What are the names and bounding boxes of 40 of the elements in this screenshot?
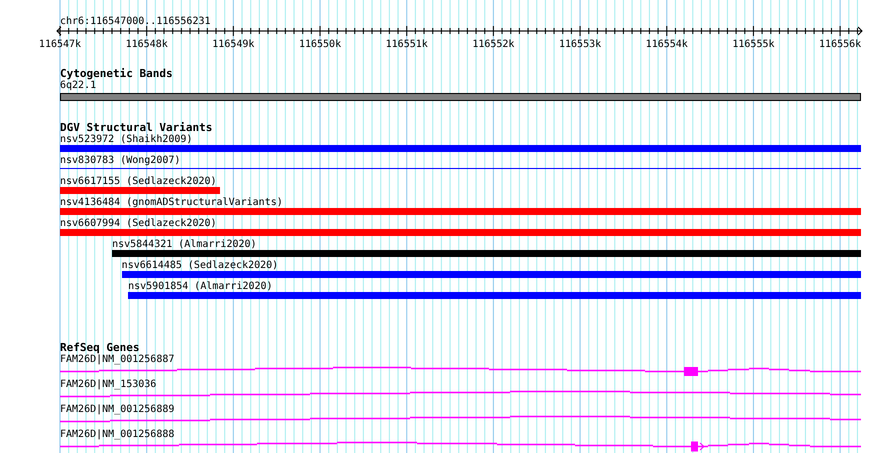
tick-label: 116549k (212, 39, 254, 48)
variant-bar[interactable] (128, 292, 861, 299)
variant-line[interactable] (60, 168, 861, 169)
gene-model-drawing[interactable] (60, 366, 861, 376)
variant-label: nsv523972 (Shaikh2009) (60, 134, 192, 145)
variant-bar[interactable] (60, 187, 220, 194)
variant-label: nsv6607994 (Sedlazeck2020) (60, 218, 217, 229)
transcript-label: FAM26D|NM_001256889 (60, 404, 174, 415)
tick-label: 116552k (472, 39, 514, 48)
transcript-label: FAM26D|NM_153036 (60, 379, 156, 390)
variant-label: nsv6617155 (Sedlazeck2020) (60, 176, 217, 187)
variant-label: nsv4136484 (gnomADStructuralVariants) (60, 197, 283, 208)
tick-label: 116550k (298, 39, 342, 48)
transcript-label: FAM26D|NM_001256887 (60, 354, 174, 365)
variant-bar[interactable] (60, 229, 861, 236)
tick-label: 116551k (386, 39, 428, 48)
variant-bar[interactable] (122, 271, 861, 278)
track-title: DGV Structural Variants (60, 122, 212, 134)
tick-label: 116556k (819, 39, 862, 48)
variant-label: nsv5901854 (Almarri2020) (128, 281, 273, 292)
location-label: chr6:116547000..116556231 (60, 16, 211, 27)
gene-model-drawing[interactable] (60, 416, 861, 422)
variant-label: nsv6614485 (Sedlazeck2020) (122, 260, 278, 271)
tick-label: 116554k (646, 39, 688, 48)
variant-bar[interactable] (112, 250, 861, 257)
tick-label: 116547k (38, 39, 82, 48)
cytogenetic-band[interactable] (60, 93, 861, 101)
variant-bar[interactable] (60, 208, 861, 215)
track-title: Cytogenetic Bands (60, 68, 173, 80)
tick-label: 116548k (126, 39, 168, 48)
track-title: RefSeq Genes (60, 342, 140, 354)
gene-model-drawing[interactable] (60, 442, 861, 452)
variant-bar[interactable] (60, 145, 861, 152)
variant-label: nsv830783 (Wong2007) (60, 155, 180, 166)
tick-label: 116555k (732, 39, 775, 48)
tick-label: 116553k (559, 39, 602, 48)
band-label: 6q22.1 (60, 80, 96, 91)
transcript-label: FAM26D|NM_001256888 (60, 429, 174, 440)
gene-model-drawing[interactable] (60, 390, 861, 398)
variant-label: nsv5844321 (Almarri2020) (112, 239, 257, 250)
